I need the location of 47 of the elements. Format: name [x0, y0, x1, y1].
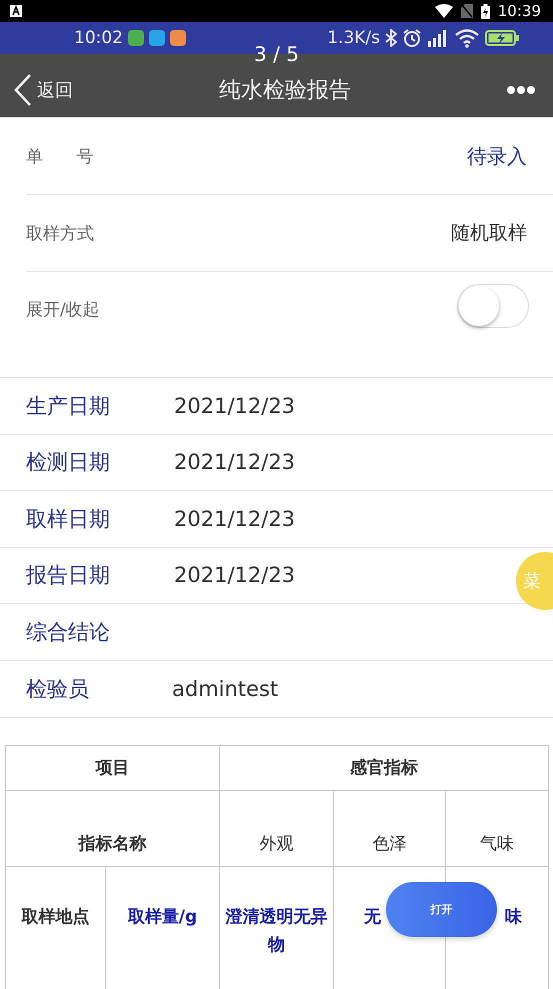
open-button[interactable]: 打开 [386, 882, 497, 937]
page-indicator: 3 / 5 [254, 42, 299, 66]
field-label: 生产日期 [26, 392, 111, 420]
back-button[interactable]: 返回 [12, 72, 73, 106]
field-label: 报告日期 [26, 562, 111, 590]
page-title: 纯水检验报告 [218, 76, 352, 104]
clock-time: 10:02 [74, 28, 123, 48]
chevron-left-icon [12, 72, 34, 106]
table-cell: 味 [505, 907, 522, 927]
field-label: 单 号 [26, 146, 94, 168]
wifi-icon [454, 28, 480, 48]
field-value: 2021/12/23 [174, 506, 296, 531]
table-cell: 取样量/g [128, 907, 198, 927]
battery-icon [485, 30, 519, 46]
column-header: 项目 [96, 758, 130, 778]
field-label: 检测日期 [26, 449, 111, 476]
field-value: admintest [172, 676, 278, 701]
column-header: 感官指标 [350, 758, 418, 778]
column-header: 色泽 [372, 834, 406, 854]
toggle-switch[interactable] [457, 284, 529, 328]
status-value: 待录入 [467, 142, 527, 170]
column-header: 外观 [260, 834, 294, 854]
column-header: 气味 [480, 834, 514, 854]
field-value: 随机取样 [451, 221, 527, 246]
wifi-icon [434, 4, 453, 18]
field-label: 取样方式 [26, 222, 94, 244]
field-label: 综合结论 [26, 618, 111, 646]
column-header: 指标名称 [78, 834, 146, 854]
field-label: 取样日期 [26, 506, 111, 533]
field-value: 2021/12/23 [174, 450, 296, 474]
signal-icon [427, 29, 449, 47]
table-cell: 澄清透明无异物 [226, 907, 328, 956]
bluetooth-icon [385, 29, 397, 47]
notification-icon [10, 5, 22, 17]
field-value: 2021/12/23 [174, 563, 296, 588]
network-speed: 1.3K/s [327, 28, 380, 48]
app-icon [128, 30, 144, 46]
table-cell: 取样地点 [22, 907, 90, 927]
battery-icon [480, 4, 490, 18]
field-label: 检验员 [26, 676, 90, 703]
clock-time: 10:39 [498, 2, 541, 20]
alarm-icon [402, 28, 422, 48]
more-icon[interactable] [507, 86, 535, 94]
no-sim-icon [460, 4, 473, 18]
table-cell: 无 [364, 907, 381, 927]
field-value: 2021/12/23 [174, 394, 296, 418]
field-label: 展开/收起 [26, 299, 100, 321]
